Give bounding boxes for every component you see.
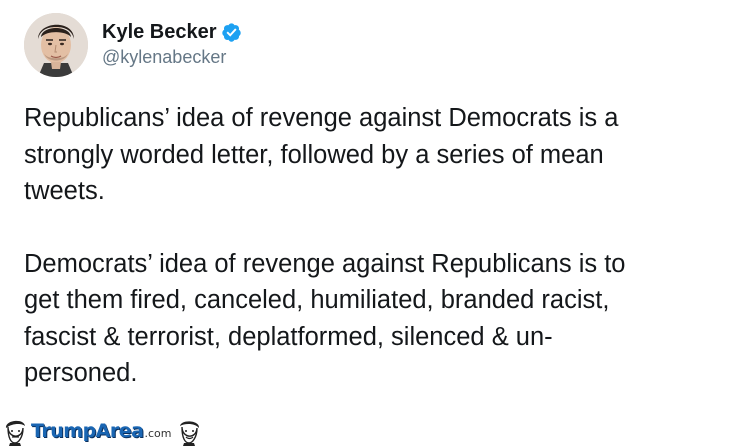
tweet-paragraph: Democrats’ idea of revenge against Repub… (24, 249, 626, 388)
tweet-body: Republicans’ idea of revenge against Dem… (24, 100, 724, 392)
author-name-row[interactable]: Kyle Becker (102, 20, 242, 44)
verified-badge-icon (221, 22, 242, 43)
author-display-name[interactable]: Kyle Becker (102, 20, 217, 44)
caricature-head-icon (175, 416, 205, 446)
watermark-tld: .com (144, 427, 172, 440)
watermark: TrumpArea .com (0, 415, 230, 447)
caricature-head-icon (0, 416, 30, 446)
tweet-card: Kyle Becker @kylenabecker Republicans’ i… (0, 0, 740, 447)
author-avatar[interactable] (24, 13, 88, 77)
watermark-brand: TrumpArea (31, 420, 144, 442)
author-handle[interactable]: @kylenabecker (102, 46, 226, 68)
tweet-paragraph: Republicans’ idea of revenge against Dem… (24, 104, 619, 205)
avatar-image (24, 13, 88, 77)
